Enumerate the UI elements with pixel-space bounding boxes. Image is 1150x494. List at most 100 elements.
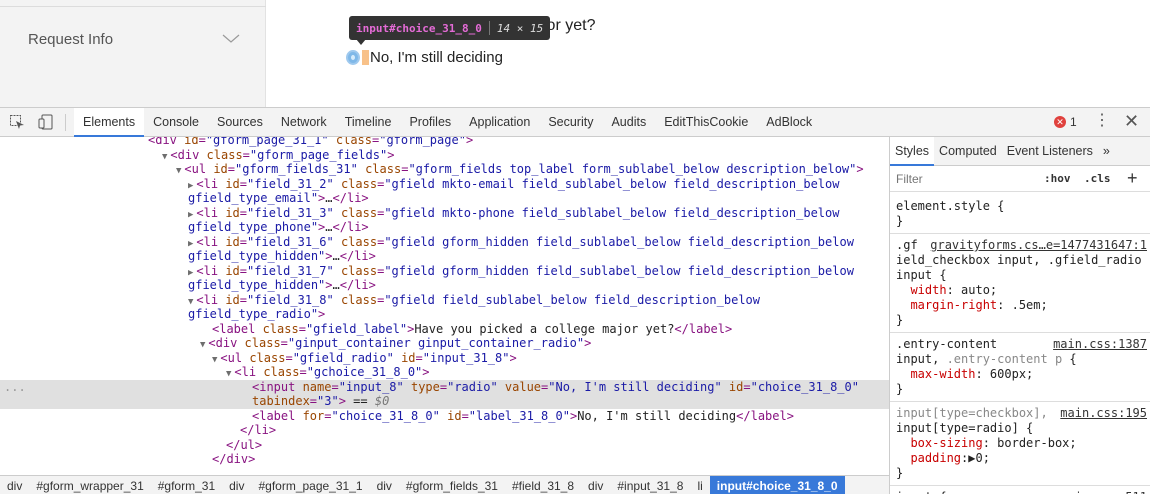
- breadcrumb-item[interactable]: div: [0, 476, 29, 494]
- tab-console[interactable]: Console: [144, 108, 208, 137]
- breadcrumb-item[interactable]: #gform_fields_31: [399, 476, 505, 494]
- radio-label[interactable]: No, I'm still deciding: [370, 49, 503, 66]
- expand-arrow-icon[interactable]: ▼: [162, 152, 167, 162]
- style-line[interactable]: input {: [896, 268, 1150, 283]
- source-link[interactable]: main.css:511: [1060, 490, 1147, 494]
- dom-line[interactable]: <div id="gform_page_31_1" class="gform_p…: [0, 137, 889, 148]
- chevron-down-icon[interactable]: [222, 34, 240, 44]
- styles-tab[interactable]: Styles: [890, 137, 935, 166]
- device-toolbar-icon[interactable]: [38, 114, 54, 130]
- tab-audits[interactable]: Audits: [602, 108, 655, 137]
- selected-dom-line[interactable]: <input name="input_8" type="radio" value…: [0, 379, 889, 394]
- expand-arrow-icon[interactable]: ▼: [212, 355, 217, 365]
- breadcrumb-item[interactable]: #gform_page_31_1: [251, 476, 369, 494]
- expand-arrow-icon[interactable]: ▶: [188, 268, 193, 278]
- dom-line[interactable]: gfield_type_email">…</li>: [0, 191, 889, 206]
- radio-choice[interactable]: No, I'm still deciding: [346, 47, 503, 67]
- breadcrumb-item[interactable]: #input_31_8: [610, 476, 690, 494]
- dom-line[interactable]: gfield_type_hidden">…</li>: [0, 278, 889, 293]
- dom-line[interactable]: ▶ <li id="field_31_2" class="gfield mkto-…: [0, 177, 889, 192]
- tab-adblock[interactable]: AdBlock: [757, 108, 821, 137]
- style-line[interactable]: .entry-content main.css:1387: [896, 337, 1150, 352]
- dom-line[interactable]: <label for="choice_31_8_0" id="label_31_…: [0, 409, 889, 424]
- class-toggle-button[interactable]: .cls: [1084, 172, 1111, 185]
- breadcrumb-item[interactable]: div: [581, 476, 610, 494]
- style-line[interactable]: element.style {: [896, 199, 1150, 214]
- hover-state-button[interactable]: :hov: [1044, 172, 1071, 185]
- dom-line[interactable]: ▶ <li id="field_31_7" class="gfield gform…: [0, 264, 889, 279]
- sidebar-item-request-info[interactable]: Request Info: [28, 31, 113, 48]
- styles-tab[interactable]: Event Listeners: [1002, 137, 1098, 166]
- tab-security[interactable]: Security: [539, 108, 602, 137]
- dom-line[interactable]: gfield_type_phone">…</li>: [0, 220, 889, 235]
- dom-tree[interactable]: <div id="gform_page_31_1" class="gform_p…: [0, 137, 889, 467]
- breadcrumb-item[interactable]: div: [222, 476, 251, 494]
- expand-arrow-icon[interactable]: ▼: [188, 297, 193, 307]
- dom-line-content: gfield_type_hidden">…</li>: [188, 249, 376, 264]
- breadcrumb-item[interactable]: #gform_wrapper_31: [29, 476, 150, 494]
- style-line[interactable]: input {main.css:511: [896, 490, 1150, 494]
- style-line[interactable]: padding:▶0;: [896, 451, 1150, 466]
- close-icon[interactable]: ✕: [1124, 112, 1139, 130]
- dom-line[interactable]: ▼ <li id="field_31_8" class="gfield field…: [0, 293, 889, 308]
- style-line[interactable]: ield_checkbox input, .gfield_radio: [896, 253, 1150, 268]
- style-line[interactable]: width: auto;: [896, 283, 1150, 298]
- breadcrumb-item[interactable]: #gform_31: [151, 476, 222, 494]
- tab-application[interactable]: Application: [460, 108, 539, 137]
- dom-line[interactable]: ▼ <div class="gform_page_fields">: [0, 148, 889, 163]
- source-link[interactable]: main.css:1387: [1053, 337, 1147, 352]
- expand-arrow-icon[interactable]: ▶: [188, 239, 193, 249]
- style-line[interactable]: }: [896, 214, 1150, 229]
- style-line[interactable]: input, .entry-content p {: [896, 352, 1150, 367]
- style-line[interactable]: input[type=checkbox], main.css:195: [896, 406, 1150, 421]
- radio-button[interactable]: [346, 49, 360, 65]
- expand-arrow-icon[interactable]: ▶: [188, 181, 193, 191]
- dom-line[interactable]: ▼ <li class="gchoice_31_8_0">: [0, 365, 889, 380]
- breadcrumb-item[interactable]: div: [370, 476, 399, 494]
- tab-editthiscookie[interactable]: EditThisCookie: [655, 108, 757, 137]
- dom-line[interactable]: </li>: [0, 423, 889, 438]
- source-link[interactable]: gravityforms.cs…e=1477431647:1: [930, 238, 1147, 253]
- dom-line[interactable]: </ul>: [0, 438, 889, 453]
- dom-line[interactable]: ▼ <ul class="gfield_radio" id="input_31_8…: [0, 351, 889, 366]
- style-line[interactable]: }: [896, 382, 1150, 397]
- inspect-element-icon[interactable]: [9, 114, 25, 130]
- style-line[interactable]: .gf gravityforms.cs…e=1477431647:1: [896, 238, 1150, 253]
- style-line[interactable]: margin-right: .5em;: [896, 298, 1150, 313]
- dom-line[interactable]: </div>: [0, 452, 889, 467]
- expand-arrow-icon[interactable]: ▼: [226, 369, 231, 379]
- styles-tab[interactable]: Computed: [934, 137, 1002, 166]
- new-rule-button[interactable]: +: [1127, 168, 1138, 189]
- breadcrumb-item[interactable]: #field_31_8: [505, 476, 581, 494]
- selected-dom-line[interactable]: tabindex="3"> == $0: [0, 394, 889, 409]
- style-line[interactable]: }: [896, 313, 1150, 328]
- dom-line[interactable]: ▼ <ul id="gform_fields_31" class="gform_f…: [0, 162, 889, 177]
- breadcrumb-item[interactable]: input#choice_31_8_0: [709, 475, 845, 494]
- dom-token: <li: [196, 234, 226, 249]
- dom-line[interactable]: ▶ <li id="field_31_6" class="gfield gform…: [0, 235, 889, 250]
- filter-input[interactable]: [896, 170, 1026, 188]
- style-line[interactable]: box-sizing: border-box;: [896, 436, 1150, 451]
- style-line[interactable]: }: [896, 466, 1150, 481]
- expand-arrow-icon[interactable]: ▶: [188, 210, 193, 220]
- tab-sources[interactable]: Sources: [208, 108, 272, 137]
- styles-tab[interactable]: »: [1098, 137, 1115, 166]
- more-options-icon[interactable]: ⋮: [1094, 113, 1110, 129]
- style-line[interactable]: max-width: 600px;: [896, 367, 1150, 382]
- dom-line-ellipsis[interactable]: ...: [4, 380, 26, 395]
- tab-profiles[interactable]: Profiles: [400, 108, 460, 137]
- style-line[interactable]: input[type=radio] {: [896, 421, 1150, 436]
- dom-line[interactable]: gfield_type_hidden">…</li>: [0, 249, 889, 264]
- dom-line[interactable]: ▼ <div class="ginput_container ginput_con…: [0, 336, 889, 351]
- tab-timeline[interactable]: Timeline: [336, 108, 401, 137]
- dom-line[interactable]: <label class="gfield_label">Have you pic…: [0, 322, 889, 337]
- dom-line[interactable]: ▶ <li id="field_31_3" class="gfield mkto-…: [0, 206, 889, 221]
- expand-arrow-icon[interactable]: ▼: [176, 166, 181, 176]
- error-counter[interactable]: ✕ 1: [1054, 115, 1077, 129]
- breadcrumb-item[interactable]: li: [690, 476, 709, 494]
- tab-elements[interactable]: Elements: [74, 108, 145, 137]
- dom-line[interactable]: gfield_type_radio">: [0, 307, 889, 322]
- source-link[interactable]: main.css:195: [1060, 406, 1147, 421]
- expand-arrow-icon[interactable]: ▼: [200, 340, 205, 350]
- tab-network[interactable]: Network: [272, 108, 336, 137]
